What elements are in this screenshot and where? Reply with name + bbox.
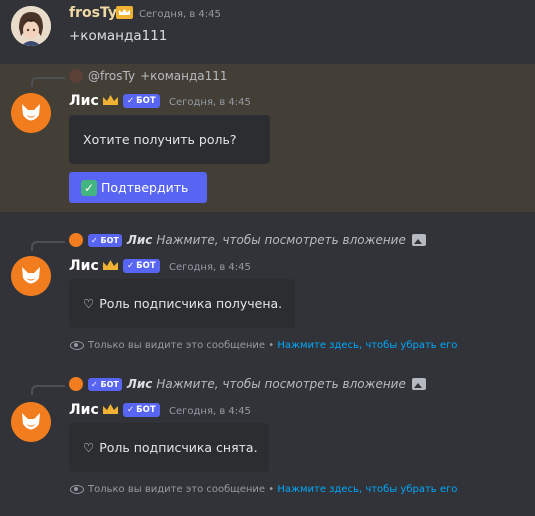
- fox-mini-avatar: [69, 377, 83, 391]
- fox-avatar-icon: [11, 402, 51, 442]
- fox-avatar[interactable]: [11, 93, 51, 133]
- crown-icon: [116, 6, 133, 19]
- reply-connector: [31, 77, 65, 87]
- message-role-removed: ✓ БОТ Лис Нажмите, чтобы посмотреть влож…: [0, 372, 535, 502]
- reply-name[interactable]: Лис: [127, 377, 153, 391]
- ephemeral-note: Только вы видите это сообщение • Нажмите…: [70, 340, 457, 351]
- dismiss-link[interactable]: Нажмите здесь, чтобы убрать его: [277, 484, 457, 495]
- embed: Хотите получить роль?: [69, 115, 270, 164]
- embed: ♡ Роль подписчика получена.: [69, 279, 295, 328]
- fox-avatar-icon: [11, 93, 51, 133]
- heart-icon: ♡: [83, 440, 95, 455]
- bot-tag: ✓ БОТ: [123, 259, 160, 273]
- bot-author-name[interactable]: Лис: [69, 258, 99, 274]
- fox-mini-avatar: [69, 233, 83, 247]
- reply-bot-tag-label: БОТ: [100, 235, 119, 245]
- bot-tag: ✓ БОТ: [123, 94, 160, 108]
- reply-bot-tag: ✓ БОТ: [88, 377, 122, 391]
- check-icon: ✓: [127, 405, 135, 415]
- reply-preview[interactable]: @frosTy +команда111: [69, 69, 228, 83]
- timestamp: Сегодня, в 4:45: [169, 262, 251, 273]
- check-icon: ✓: [127, 261, 135, 271]
- fox-avatar[interactable]: [11, 256, 51, 296]
- reply-bot-tag-label: БОТ: [100, 379, 119, 389]
- confirm-button[interactable]: ✓ Подтвердить: [69, 172, 207, 203]
- embed-text: Роль подписчика получена.: [99, 296, 283, 311]
- check-icon: ✓: [127, 96, 135, 106]
- anime-avatar-icon: [11, 6, 51, 46]
- crown-icon: [103, 95, 118, 105]
- reply-connector: [31, 241, 65, 251]
- bot-tag-label: БОТ: [136, 405, 156, 415]
- dismiss-link[interactable]: Нажмите здесь, чтобы убрать его: [277, 340, 457, 351]
- reply-bot-tag: ✓ БОТ: [88, 233, 122, 247]
- reply-text: Нажмите, чтобы посмотреть вложение: [156, 377, 406, 391]
- crown-icon: [103, 260, 118, 270]
- reply-preview[interactable]: ✓ БОТ Лис Нажмите, чтобы посмотреть влож…: [69, 377, 426, 391]
- timestamp: Сегодня, в 4:45: [139, 9, 221, 20]
- reply-text: +команда111: [140, 69, 228, 83]
- embed-text: Хотите получить роль?: [83, 132, 237, 147]
- message-text: +команда111: [69, 28, 168, 44]
- check-emoji-icon: ✓: [81, 179, 97, 196]
- bot-tag-label: БОТ: [136, 96, 156, 106]
- ephemeral-note: Только вы видите это сообщение • Нажмите…: [70, 484, 457, 495]
- image-icon: [411, 234, 426, 246]
- bot-author-name[interactable]: Лис: [69, 402, 99, 418]
- reply-name[interactable]: Лис: [127, 233, 153, 247]
- confirm-button-label: Подтвердить: [101, 180, 189, 195]
- message-bot-confirm: @frosTy +команда111 Лис ✓ БОТ Сегодня, в …: [0, 64, 535, 212]
- reply-mention[interactable]: @frosTy: [88, 69, 135, 83]
- reply-connector: [31, 385, 65, 395]
- fox-avatar-icon: [11, 256, 51, 296]
- frosty-avatar[interactable]: [11, 6, 51, 46]
- crown-icon: [103, 404, 118, 414]
- eye-icon: [70, 485, 84, 494]
- author-name[interactable]: frosTy: [69, 5, 117, 21]
- ephemeral-text: Только вы видите это сообщение •: [88, 484, 275, 495]
- reply-text: Нажмите, чтобы посмотреть вложение: [156, 233, 406, 247]
- timestamp: Сегодня, в 4:45: [169, 97, 251, 108]
- heart-icon: ♡: [83, 296, 95, 311]
- message-role-granted: ✓ БОТ Лис Нажмите, чтобы посмотреть влож…: [0, 228, 535, 358]
- ephemeral-text: Только вы видите это сообщение •: [88, 340, 275, 351]
- message-frosty: frosTy Сегодня, в 4:45 +команда111: [0, 0, 535, 60]
- reply-preview[interactable]: ✓ БОТ Лис Нажмите, чтобы посмотреть влож…: [69, 233, 426, 247]
- fox-avatar[interactable]: [11, 402, 51, 442]
- eye-icon: [70, 341, 84, 350]
- bot-tag-label: БОТ: [136, 261, 156, 271]
- timestamp: Сегодня, в 4:45: [169, 406, 251, 417]
- embed-text: Роль подписчика снята.: [99, 440, 258, 455]
- bot-author-name[interactable]: Лис: [69, 93, 99, 109]
- frosty-mini-avatar: [69, 69, 83, 83]
- bot-tag: ✓ БОТ: [123, 403, 160, 417]
- embed: ♡ Роль подписчика снята.: [69, 423, 269, 472]
- image-icon: [411, 378, 426, 390]
